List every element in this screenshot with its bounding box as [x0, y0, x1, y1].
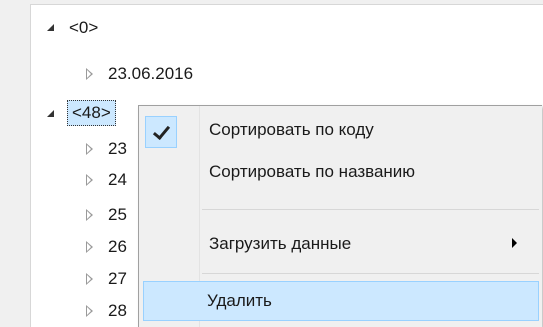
tree-node-label: 23.06.2016 — [108, 64, 194, 83]
tree-node-label: 25 — [108, 205, 127, 224]
tree-node-label: 26 — [108, 237, 127, 256]
menu-separator — [202, 273, 539, 274]
collapsed-arrow-icon[interactable] — [86, 209, 93, 221]
context-menu: Сортировать по коду Сортировать по назва… — [138, 105, 542, 327]
tree-node-label: 24 — [108, 170, 127, 189]
collapsed-arrow-icon[interactable] — [86, 305, 93, 317]
menu-item-delete[interactable]: Удалить — [143, 281, 539, 321]
checkmark-icon — [152, 121, 171, 141]
collapsed-arrow-icon[interactable] — [86, 241, 93, 253]
expanded-arrow-icon[interactable] — [47, 110, 54, 117]
expanded-arrow-icon[interactable] — [47, 24, 54, 31]
collapsed-arrow-icon[interactable] — [86, 273, 93, 285]
check-indicator — [145, 116, 177, 148]
menu-item-label: Сортировать по названию — [209, 162, 416, 181]
menu-item-label: Сортировать по коду — [209, 120, 374, 139]
collapsed-arrow-icon[interactable] — [86, 68, 93, 80]
menu-item-sort-by-code[interactable]: Сортировать по коду — [143, 112, 539, 148]
menu-item-label: Загрузить данные — [209, 234, 352, 253]
tree-node-label: 27 — [108, 269, 127, 288]
tree-node-label: <0> — [69, 18, 99, 37]
menu-item-sort-by-name[interactable]: Сортировать по названию — [143, 154, 539, 190]
collapsed-arrow-icon[interactable] — [86, 143, 93, 155]
tree-node-label: 28 — [108, 301, 127, 320]
menu-item-load-data[interactable]: Загрузить данные — [143, 226, 539, 262]
collapsed-arrow-icon[interactable] — [86, 174, 93, 186]
tree-node-label: 23 — [108, 139, 127, 158]
menu-separator — [202, 209, 539, 210]
tree-node-label-selected: <48> — [67, 100, 116, 126]
submenu-arrow-icon — [512, 238, 517, 248]
menu-item-label: Удалить — [207, 291, 272, 310]
